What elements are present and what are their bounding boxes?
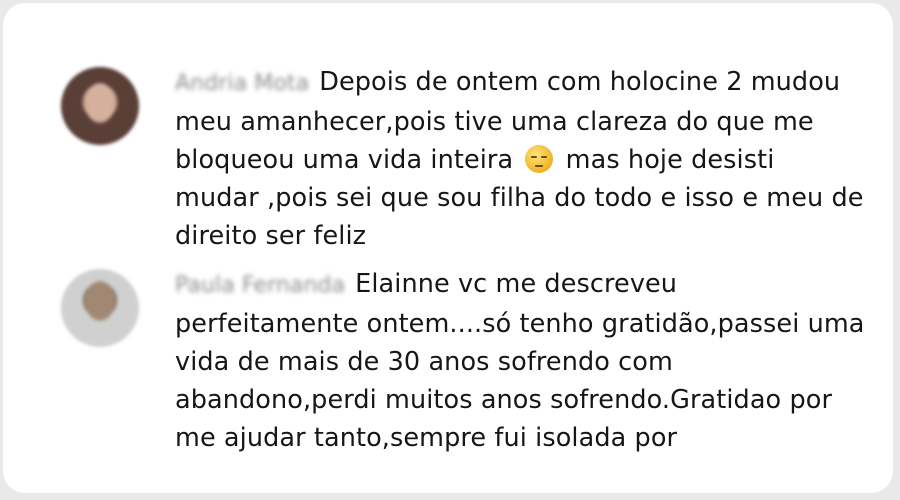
comment-author[interactable]: Paula Fernanda [175,267,345,305]
comment-author[interactable]: Andria Mota [175,65,309,103]
comment-body: Paula Fernanda Elainne vc me descreveu pe… [175,265,865,457]
comment-body: Andria Mota Depois de ontem com holocine … [175,63,865,255]
avatar[interactable] [61,269,139,347]
avatar-face [85,281,115,321]
comments-screenshot-card: Andria Mota Depois de ontem com holocine … [3,3,893,493]
avatar[interactable] [61,67,139,145]
pensive-face-icon [525,145,554,173]
avatar-face [85,83,115,123]
